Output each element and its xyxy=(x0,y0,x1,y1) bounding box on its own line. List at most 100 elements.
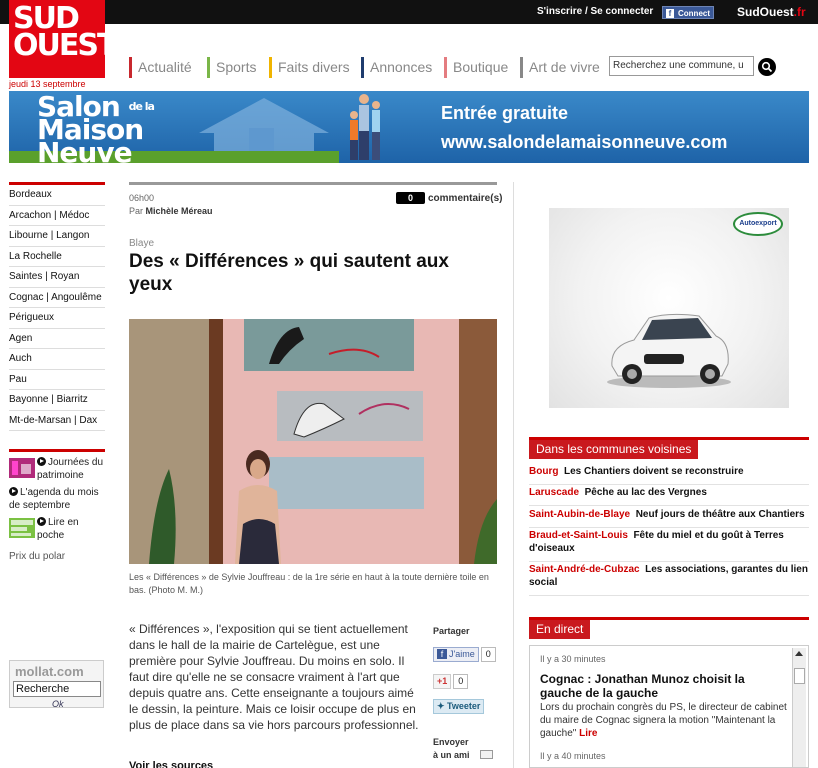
email-friend-link[interactable]: Envoyer à un ami xyxy=(433,736,470,762)
nav-actualite[interactable]: Actualité xyxy=(129,57,192,78)
play-icon xyxy=(37,517,46,526)
column-divider xyxy=(513,182,514,768)
patrimoine-icon xyxy=(9,458,35,478)
sudouest-logo[interactable]: SUD OUEST xyxy=(9,0,117,78)
comments-count-badge[interactable]: 0 xyxy=(396,192,425,204)
direct-time: Il y a 30 minutes xyxy=(540,654,606,664)
direct-feed[interactable]: Il y a 30 minutes Cognac : Jonathan Muno… xyxy=(529,645,809,768)
mollat-ok-button[interactable]: Ok xyxy=(52,699,64,709)
voisine-title: Neuf jours de théâtre aux Chantiers xyxy=(635,509,805,520)
tweet-button[interactable]: ✦ Tweeter xyxy=(433,699,485,714)
envelope-icon[interactable] xyxy=(480,750,493,759)
left-features: Journées du patrimoine L'agenda du mois … xyxy=(9,449,105,542)
voisine-location: Laruscade xyxy=(529,487,580,498)
article-body: « Différences », l'exposition qui se tie… xyxy=(129,622,419,732)
nav-sports[interactable]: Sports xyxy=(207,57,256,78)
direct-summary: Lors du prochain congrès du PS, le direc… xyxy=(540,701,790,740)
voisine-item[interactable]: Laruscade Pêche au lac des Vergnes xyxy=(529,486,809,506)
google-plus-button[interactable]: +1 xyxy=(433,674,452,689)
article-rubrique: Blaye xyxy=(129,238,155,249)
voisine-item[interactable]: Saint-André-de-Cubzac Les associations, … xyxy=(529,563,809,596)
facebook-icon: f xyxy=(437,649,447,659)
mollat-search-input[interactable]: Recherche xyxy=(13,681,101,697)
facebook-connect-label: Connect xyxy=(678,9,710,18)
facebook-like-widget: f J'aime 0 xyxy=(433,647,496,663)
nav-annonces[interactable]: Annonces xyxy=(361,57,432,78)
ad-banner[interactable]: Salon de la Maison Neuve Entrée gratuite w… xyxy=(9,91,809,163)
facebook-like-label: J'aime xyxy=(449,649,475,659)
city-la-rochelle[interactable]: La Rochelle xyxy=(9,247,105,267)
prix-du-polar-link[interactable]: Prix du polar xyxy=(9,551,65,562)
city-nav: Bordeaux Arcachon | Médoc Libourne | Lan… xyxy=(9,182,105,431)
city-cognac-angouleme[interactable]: Cognac | Angoulême xyxy=(9,288,105,308)
voisine-item[interactable]: Braud-et-Saint-Louis Fête du miel et du … xyxy=(529,529,809,562)
direct-lire-link[interactable]: Lire xyxy=(579,728,597,739)
mollat-widget: mollat.com Recherche Ok xyxy=(9,660,104,709)
city-libourne-langon[interactable]: Libourne | Langon xyxy=(9,226,105,247)
neuve-word: Neuve xyxy=(37,136,133,164)
city-saintes-royan[interactable]: Saintes | Royan xyxy=(9,267,105,288)
lire-en-poche-icon xyxy=(9,518,35,538)
city-auch[interactable]: Auch xyxy=(9,349,105,370)
twitter-widget: ✦ Tweeter xyxy=(433,699,485,715)
direct-headline[interactable]: Cognac : Jonathan Munoz choisit la gauch… xyxy=(540,672,790,700)
envoyer-line-1: Envoyer xyxy=(433,737,469,747)
search-icon xyxy=(761,61,773,73)
voisine-location: Braud-et-Saint-Louis xyxy=(529,530,628,541)
journees-patrimoine-link[interactable]: Journées du patrimoine xyxy=(9,456,105,482)
voisine-item[interactable]: Saint-Aubin-de-Blaye Neuf jours de théât… xyxy=(529,508,809,528)
facebook-like-button[interactable]: f J'aime xyxy=(433,647,479,662)
nav-boutique[interactable]: Boutique xyxy=(444,57,508,78)
salon-logo: Salon de la Maison Neuve xyxy=(37,93,155,164)
autoexport-logo: Autoexport xyxy=(733,212,783,236)
article-photo[interactable] xyxy=(129,319,497,564)
city-arcachon-medoc[interactable]: Arcachon | Médoc xyxy=(9,206,105,226)
voisines-title: Dans les communes voisines xyxy=(529,440,699,459)
facebook-connect-button[interactable]: f Connect xyxy=(662,6,714,19)
direct-title: En direct xyxy=(529,620,591,639)
date-label: jeudi 13 septembre xyxy=(9,79,86,89)
car-image xyxy=(607,313,731,388)
scroll-thumb[interactable] xyxy=(794,668,805,684)
direct-time: Il y a 40 minutes xyxy=(540,751,606,761)
direct-header: En direct xyxy=(529,617,809,639)
nav-faits-divers[interactable]: Faits divers xyxy=(269,57,350,78)
article-time: 06h00 xyxy=(129,193,155,203)
agenda-link[interactable]: L'agenda du mois de septembre xyxy=(9,486,105,512)
voir-les-sources-link[interactable]: Voir les sources xyxy=(129,760,213,768)
city-bordeaux[interactable]: Bordeaux xyxy=(9,185,105,206)
logo-line-2: OUEST xyxy=(13,28,117,63)
voisine-location: Saint-André-de-Cubzac xyxy=(529,564,640,575)
google-plus-count: 0 xyxy=(453,674,469,689)
envoyer-line-2: à un ami xyxy=(433,750,470,760)
lire-en-poche-link[interactable]: Lire en poche xyxy=(9,516,105,542)
city-bayonne-biarritz[interactable]: Bayonne | Biarritz xyxy=(9,390,105,411)
comments-link[interactable]: commentaire(s) xyxy=(428,193,502,204)
voisine-title: Pêche au lac des Vergnes xyxy=(584,487,707,498)
article-byline: Par Michèle Méreau xyxy=(129,206,213,216)
family-photo xyxy=(350,94,380,160)
brand-link[interactable]: SudOuest.fr xyxy=(737,5,806,19)
agenda-label: L'agenda du mois de septembre xyxy=(9,487,99,511)
city-agen[interactable]: Agen xyxy=(9,329,105,349)
brand-tld: .fr xyxy=(793,5,806,19)
direct-scrollbar[interactable] xyxy=(792,648,806,767)
nav-art-de-vivre[interactable]: Art de vivre xyxy=(520,57,600,78)
voisine-location: Saint-Aubin-de-Blaye xyxy=(529,509,631,520)
salon-de-la: de la xyxy=(128,100,155,113)
voisine-title: Les Chantiers doivent se reconstruire xyxy=(564,466,744,477)
login-link[interactable]: S'inscrire / Se connecter xyxy=(537,6,653,17)
search-button[interactable] xyxy=(758,58,776,76)
brand-name: SudOuest xyxy=(737,5,794,19)
house-illustration xyxy=(199,98,329,151)
voisine-item[interactable]: Bourg Les Chantiers doivent se reconstru… xyxy=(529,465,809,485)
article-author: Michèle Méreau xyxy=(145,206,213,216)
city-pau[interactable]: Pau xyxy=(9,370,105,390)
city-perigueux[interactable]: Périgueux xyxy=(9,308,105,329)
city-mont-de-marsan-dax[interactable]: Mt-de-Marsan | Dax xyxy=(9,411,105,431)
play-icon xyxy=(37,457,46,466)
tweet-label: Tweeter xyxy=(447,701,481,711)
search-input[interactable]: Recherchez une commune, u xyxy=(609,56,754,76)
scroll-up-icon[interactable] xyxy=(795,651,803,656)
direct-summary-text: Lors du prochain congrès du PS, le direc… xyxy=(540,702,787,739)
